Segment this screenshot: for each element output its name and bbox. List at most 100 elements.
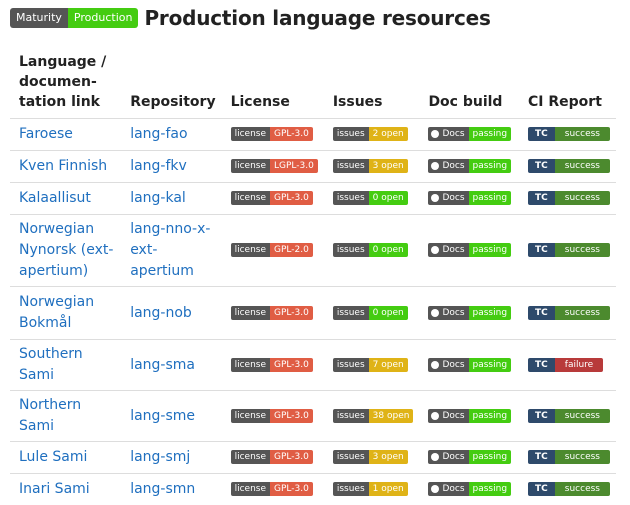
language-cell: Kalaallisut <box>10 183 121 215</box>
docs-badge[interactable]: Docspassing <box>428 358 511 372</box>
ci-badge[interactable]: TCsuccess <box>528 243 610 257</box>
license-badge[interactable]: licenseLGPL-3.0 <box>231 159 318 173</box>
issues-cell: issues7 open <box>324 340 420 391</box>
issues-badge[interactable]: issues0 open <box>333 191 408 205</box>
ci-badge[interactable]: TCfailure <box>528 358 603 372</box>
license-badge[interactable]: licenseGPL-2.0 <box>231 243 313 257</box>
docs-badge[interactable]: Docspassing <box>428 409 511 423</box>
license-badge[interactable]: licenseGPL-3.0 <box>231 306 313 320</box>
repository-cell: lang-nob <box>121 287 221 340</box>
docs-label-text: Docs <box>442 358 464 372</box>
license-cell: licenseGPL-3.0 <box>222 340 324 391</box>
repository-cell: lang-fao <box>121 119 221 151</box>
page-title: Production language resources <box>144 6 490 30</box>
issues-badge[interactable]: issues3 open <box>333 159 408 173</box>
ci-badge[interactable]: TCsuccess <box>528 127 610 141</box>
docs-badge[interactable]: Docspassing <box>428 450 511 464</box>
issues-badge[interactable]: issues0 open <box>333 243 408 257</box>
docs-badge-status: passing <box>469 127 512 141</box>
language-cell: Norwegian Nynorsk (ext-apertium) <box>10 215 121 287</box>
ci-badge[interactable]: TCsuccess <box>528 409 610 423</box>
github-icon <box>431 453 439 461</box>
teamcity-icon: TC <box>528 450 555 464</box>
docs-badge[interactable]: Docspassing <box>428 159 511 173</box>
license-badge[interactable]: licenseGPL-3.0 <box>231 191 313 205</box>
docs-badge[interactable]: Docspassing <box>428 482 511 496</box>
ci-badge[interactable]: TCsuccess <box>528 482 610 496</box>
issues-badge-value: 3 open <box>369 450 408 464</box>
ci-status: success <box>555 159 610 173</box>
repository-link[interactable]: lang-fao <box>130 126 187 142</box>
license-badge[interactable]: licenseGPL-3.0 <box>231 450 313 464</box>
docs-badge-label: Docs <box>428 159 468 173</box>
repository-link[interactable]: lang-nob <box>130 305 192 321</box>
language-link[interactable]: Kalaallisut <box>19 190 91 206</box>
docs-badge[interactable]: Docs passing <box>428 191 511 205</box>
docs-badge[interactable]: Docspassing <box>428 306 511 320</box>
repository-link[interactable]: lang-smj <box>130 449 190 465</box>
ci-badge[interactable]: TCsuccess <box>528 191 610 205</box>
language-link[interactable]: Southern Sami <box>19 346 83 383</box>
issues-badge[interactable]: issues0 open <box>333 306 408 320</box>
resources-table: Language / documen-tation link Repositor… <box>10 52 616 505</box>
ci-status: success <box>555 450 610 464</box>
language-link[interactable]: Kven Finnish <box>19 158 107 174</box>
ci-badge[interactable]: TCsuccess <box>528 450 610 464</box>
issues-badge[interactable]: issues38 open <box>333 409 414 423</box>
license-cell: licenseGPL-2.0 <box>222 215 324 287</box>
language-link[interactable]: Northern Sami <box>19 397 81 434</box>
issues-badge[interactable]: issues7 open <box>333 358 408 372</box>
issues-badge-label: issues <box>333 306 369 320</box>
docs-label-text: Docs <box>442 191 464 205</box>
language-link[interactable]: Faroese <box>19 126 73 142</box>
column-header-doc-build: Doc build <box>419 52 519 119</box>
doc-build-cell: Docspassing <box>419 442 519 474</box>
docs-badge[interactable]: Docspassing <box>428 243 511 257</box>
license-badge[interactable]: licenseGPL-3.0 <box>231 482 313 496</box>
repository-link[interactable]: lang-smn <box>130 481 195 497</box>
license-badge[interactable]: licenseGPL-3.0 <box>231 409 313 423</box>
docs-label-text: Docs <box>442 409 464 423</box>
ci-badge[interactable]: TCsuccess <box>528 306 610 320</box>
license-badge[interactable]: licenseGPL-3.0 <box>231 127 313 141</box>
repository-link[interactable]: lang-sme <box>130 408 195 424</box>
table-row: Northern Sami lang-sme licenseGPL-3.0 issue… <box>10 391 616 442</box>
teamcity-icon: TC <box>528 409 555 423</box>
ci-report-cell: TCsuccess <box>519 151 616 183</box>
docs-badge[interactable]: Docspassing <box>428 127 511 141</box>
repository-link[interactable]: lang-sma <box>130 357 195 373</box>
license-cell: licenseGPL-3.0 <box>222 183 324 215</box>
language-cell: Kven Finnish <box>10 151 121 183</box>
license-badge-value: GPL-3.0 <box>270 450 313 464</box>
language-link[interactable]: Norwegian Nynorsk (ext-apertium) <box>19 221 113 279</box>
license-cell: licenseGPL-3.0 <box>222 287 324 340</box>
language-cell: Lule Sami <box>10 442 121 474</box>
license-badge-label: license <box>231 482 270 496</box>
teamcity-icon: TC <box>528 358 555 372</box>
doc-build-cell: Docs passing <box>419 183 519 215</box>
github-icon <box>431 485 439 493</box>
repository-link[interactable]: lang-fkv <box>130 158 187 174</box>
license-badge-label: license <box>231 306 270 320</box>
issues-badge[interactable]: issues2 open <box>333 127 408 141</box>
license-badge-value: GPL-3.0 <box>270 482 313 496</box>
table-row: Faroese lang-fao licenseGPL-3.0 issues2 ope… <box>10 119 616 151</box>
issues-badge[interactable]: issues1 open <box>333 482 408 496</box>
repository-link[interactable]: lang-nno-x-ext-apertium <box>130 221 210 279</box>
repository-cell: lang-kal <box>121 183 221 215</box>
repository-link[interactable]: lang-kal <box>130 190 186 206</box>
license-badge-value: GPL-2.0 <box>270 243 313 257</box>
license-cell: licenseGPL-3.0 <box>222 474 324 505</box>
docs-label-text: Docs <box>442 159 464 173</box>
ci-badge[interactable]: TCsuccess <box>528 159 610 173</box>
language-link[interactable]: Inari Sami <box>19 481 90 497</box>
license-badge[interactable]: licenseGPL-3.0 <box>231 358 313 372</box>
docs-badge-status: passing <box>469 450 512 464</box>
language-link[interactable]: Lule Sami <box>19 449 87 465</box>
docs-badge-status: passing <box>469 191 512 205</box>
language-link[interactable]: Norwegian Bokmål <box>19 294 94 331</box>
docs-badge-label: Docs <box>428 482 468 496</box>
issues-badge-value: 0 open <box>369 191 408 205</box>
issues-badge[interactable]: issues3 open <box>333 450 408 464</box>
table-row: Southern Sami lang-sma licenseGPL-3.0 issue… <box>10 340 616 391</box>
